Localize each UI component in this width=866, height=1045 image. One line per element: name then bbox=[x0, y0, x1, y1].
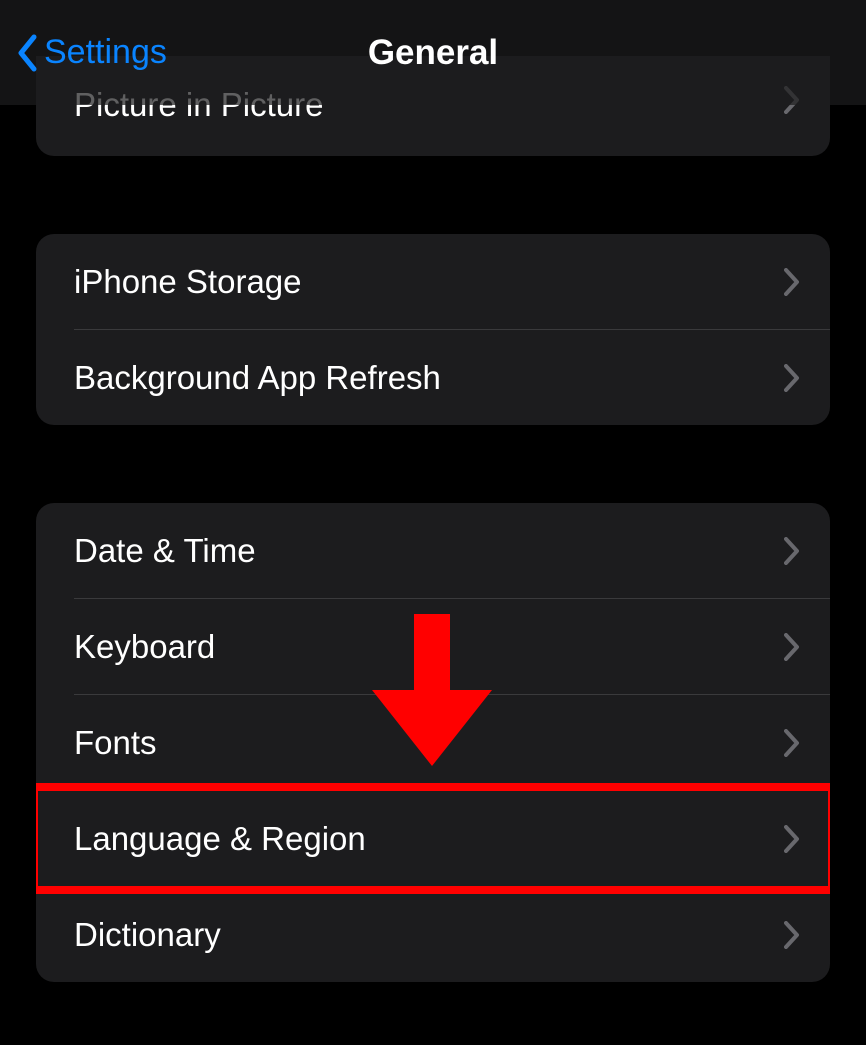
row-fonts[interactable]: Fonts bbox=[36, 695, 830, 790]
row-keyboard[interactable]: Keyboard bbox=[36, 599, 830, 694]
chevron-right-icon bbox=[784, 364, 800, 392]
chevron-right-icon bbox=[784, 921, 800, 949]
row-label: Language & Region bbox=[74, 820, 366, 858]
chevron-right-icon bbox=[784, 268, 800, 296]
nav-header: Settings General bbox=[0, 0, 866, 105]
back-button[interactable]: Settings bbox=[16, 33, 167, 72]
row-language-region[interactable]: Language & Region bbox=[36, 791, 830, 886]
row-background-app-refresh[interactable]: Background App Refresh bbox=[36, 330, 830, 425]
chevron-right-icon bbox=[784, 537, 800, 565]
settings-group-storage: iPhone Storage Background App Refresh bbox=[36, 234, 830, 425]
chevron-left-icon bbox=[16, 34, 38, 72]
back-label: Settings bbox=[44, 33, 167, 72]
row-label: Fonts bbox=[74, 724, 157, 762]
settings-group-locale: Date & Time Keyboard Fonts Language & Re… bbox=[36, 503, 830, 982]
chevron-right-icon bbox=[784, 729, 800, 757]
row-label: Dictionary bbox=[74, 916, 221, 954]
row-date-time[interactable]: Date & Time bbox=[36, 503, 830, 598]
row-label: Date & Time bbox=[74, 532, 256, 570]
chevron-right-icon bbox=[784, 825, 800, 853]
row-iphone-storage[interactable]: iPhone Storage bbox=[36, 234, 830, 329]
row-label: Background App Refresh bbox=[74, 359, 441, 397]
row-label: Keyboard bbox=[74, 628, 215, 666]
chevron-right-icon bbox=[784, 633, 800, 661]
row-label: iPhone Storage bbox=[74, 263, 302, 301]
row-dictionary[interactable]: Dictionary bbox=[36, 887, 830, 982]
